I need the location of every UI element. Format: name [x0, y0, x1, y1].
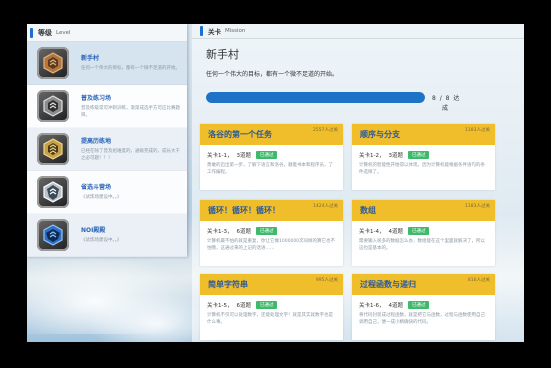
card-question-count: 3道题	[388, 153, 403, 159]
card-desc: 计算机的智能性开始得以体现，因为计算机能根据条件语句的条件选择了。	[359, 163, 485, 175]
mission-card[interactable]: 数组 1183人过关 关卡1-4， 4道题 已通过 需要输入很多的数据怎么办，数…	[352, 200, 495, 266]
progress-state: 成	[442, 105, 449, 112]
mission-header-title: 关卡	[208, 28, 221, 36]
card-question-count: 4道题	[388, 229, 403, 235]
level-item-title: 省选斗营场	[81, 184, 112, 192]
card-question-count: 3道题	[236, 153, 251, 159]
level-item-basic-practice[interactable]: 普及练习场 普及练级常可冲刺训练，渐渐成选手方可应比赛题目。	[27, 85, 187, 128]
card-pass-count: 816人过关	[467, 278, 490, 283]
page-subtitle: 任何一个伟大的目标，都有一个微不足道的开始。	[206, 71, 339, 78]
card-title: 简单字符串	[208, 280, 248, 289]
app-window: 等级 Level 新手村 任何一个伟大的目标，都有一个微不足道的开始。 普及练习…	[27, 24, 524, 342]
card-header: 洛谷的第一个任务 2557人过关	[200, 124, 343, 145]
card-title: 数组	[360, 206, 376, 215]
card-question-count: 4道题	[388, 303, 403, 309]
mission-card[interactable]: 洛谷的第一个任务 2557人过关 关卡1-1， 3道题 已通过 勇敢的迈出第一步…	[200, 124, 343, 190]
card-level: 关卡1-4，	[359, 229, 385, 235]
level-item-desc: 已经在除了普及组难度的，通级完成的，成长大千之必可题！！！	[81, 149, 180, 161]
mission-header-subtitle: Mission	[225, 28, 246, 34]
silver-badge-icon	[37, 90, 69, 122]
card-level: 关卡1-3，	[207, 229, 233, 235]
status-badge: 已通过	[407, 151, 430, 159]
header-marker-icon	[30, 27, 33, 38]
card-pass-count: 1183人过关	[465, 204, 490, 209]
card-header: 顺序与分支 1183人过关	[352, 124, 495, 145]
card-level: 关卡1-6，	[359, 303, 385, 309]
card-desc: 计算机最不怕的就是重复，你让它做1000000次同样的算它也不怕哦，这通过来的上…	[207, 239, 336, 251]
card-header: 循环！循环！循环！ 1424人过关	[200, 200, 343, 221]
card-pass-count: 995人过关	[315, 278, 338, 283]
status-badge: 已通过	[407, 301, 430, 309]
mission-card[interactable]: 顺序与分支 1183人过关 关卡1-2， 3道题 已通过 计算机的智能性开始得以…	[352, 124, 495, 190]
level-header-title: 等级	[38, 28, 52, 37]
level-item-desc: 任何一个伟大的目标，都有一个微不足道的开始。	[81, 66, 180, 72]
progress-count: 8 / 8 达	[432, 95, 461, 102]
status-badge: 已通过	[407, 227, 430, 235]
platinum-badge-icon	[37, 176, 69, 208]
card-question-count: 6道题	[236, 303, 251, 309]
card-desc: 勇敢的迈出第一步，了解下语言和洛谷，顺着书本和程序员，了工作编程。	[207, 163, 333, 175]
card-level: 关卡1-5，	[207, 303, 233, 309]
level-header-subtitle: Level	[56, 29, 71, 36]
level-panel: 等级 Level 新手村 任何一个伟大的目标，都有一个微不足道的开始。 普及练习…	[27, 24, 187, 257]
progress-fill	[206, 92, 425, 103]
level-item-title: 普及练习场	[81, 95, 112, 102]
card-title: 洛谷的第一个任务	[208, 130, 272, 139]
card-level: 关卡1-2，	[359, 153, 385, 159]
card-pass-count: 2557人过关	[313, 128, 338, 133]
card-title: 过程函数与递归	[360, 280, 416, 289]
level-item-desc: 《试炼场建设中。。》	[81, 238, 122, 244]
card-pass-count: 1424人过关	[313, 204, 338, 209]
status-badge: 已通过	[255, 227, 278, 235]
level-item-noi-palace[interactable]: NOI殿殿 《试炼场建设中。。》	[27, 214, 187, 257]
card-title: 顺序与分支	[360, 130, 400, 139]
card-header: 数组 1183人过关	[352, 200, 495, 221]
diamond-badge-icon	[37, 219, 69, 251]
level-item-desc: 《试炼场建设中。。》	[81, 195, 122, 201]
card-level: 关卡1-1，	[207, 153, 233, 159]
mission-panel-header: 关卡 Mission	[192, 24, 524, 39]
card-desc: 需要输入很多的数据怎么办，数组能在这个里面就解决了，所以这也是基本的。	[359, 239, 485, 251]
mission-card[interactable]: 循环！循环！循环！ 1424人过关 关卡1-3， 6道题 已通过 计算机最不怕的…	[200, 200, 343, 266]
bronze-badge-icon	[37, 47, 69, 79]
card-pass-count: 1183人过关	[465, 128, 490, 133]
level-panel-header: 等级 Level	[27, 24, 187, 42]
card-title: 循环！循环！循环！	[208, 206, 280, 215]
level-item-desc: 普及练级常可冲刺训练，渐渐成选手方可应比赛题目。	[81, 106, 180, 118]
page-title: 新手村	[206, 48, 239, 61]
gold-badge-icon	[37, 133, 69, 165]
card-question-count: 6道题	[236, 229, 251, 235]
status-badge: 已通过	[255, 151, 278, 159]
header-marker-icon	[200, 26, 203, 36]
status-badge: 已通过	[255, 301, 278, 309]
mission-card[interactable]: 过程函数与递归 816人过关 关卡1-6， 4道题 已通过 将代码封装成过程函数…	[352, 274, 495, 340]
card-header: 过程函数与递归 816人过关	[352, 274, 495, 295]
level-item-title: 新手村	[81, 55, 100, 63]
mission-panel: 关卡 Mission 新手村 任何一个伟大的目标，都有一个微不足道的开始。 8 …	[192, 24, 524, 342]
progress-bar	[206, 92, 425, 103]
mission-card[interactable]: 简单字符串 995人过关 关卡1-5， 6道题 已通过 计算机不仅可以处理数字，…	[200, 274, 343, 340]
level-item-advanced-training[interactable]: 提高历练地 已经在除了普及组难度的，通级完成的，成长大千之必可题！！！	[27, 128, 187, 171]
card-desc: 将代码封装成过程函数，就是把它与函数，过程与函数使用自己调用自己，便一成小精确快…	[359, 313, 485, 325]
level-item-newbie-village[interactable]: 新手村 任何一个伟大的目标，都有一个微不足道的开始。	[27, 42, 187, 85]
card-desc: 计算机不仅可以处理数字，还能处理文字！就是其实就数字也是什么事。	[207, 313, 333, 325]
level-item-title: 提高历练地	[81, 138, 112, 145]
level-item-provincial-arena[interactable]: 省选斗营场 《试炼场建设中。。》	[27, 171, 187, 214]
card-header: 简单字符串 995人过关	[200, 274, 343, 295]
level-item-title: NOI殿殿	[81, 227, 106, 235]
